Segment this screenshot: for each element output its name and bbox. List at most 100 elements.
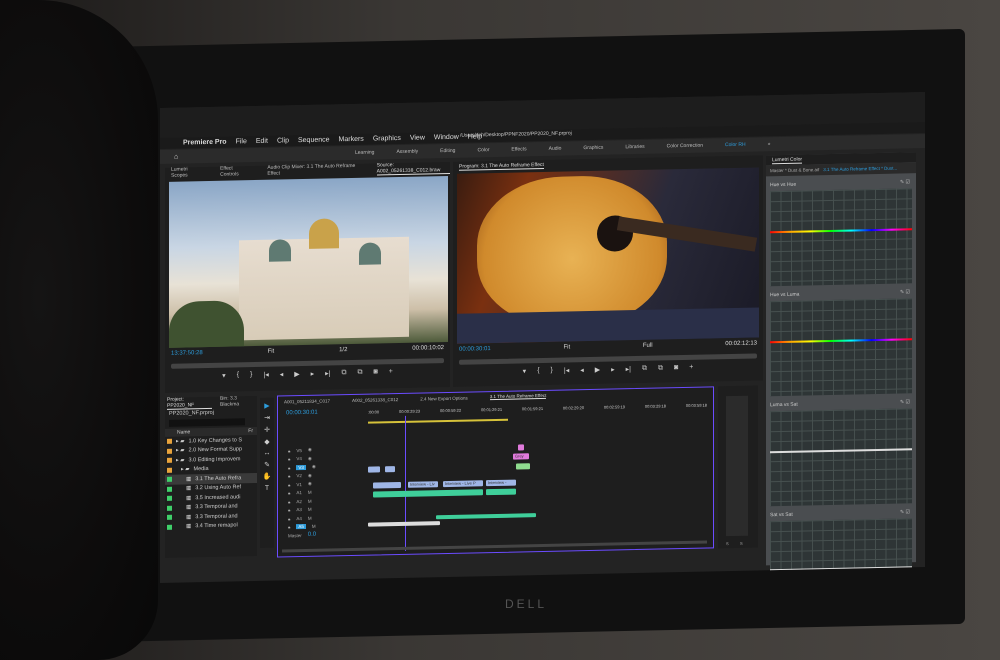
tab-effect-controls[interactable]: Effect Controls bbox=[220, 165, 249, 177]
workspace-audio[interactable]: Audio bbox=[549, 146, 562, 152]
curve-line[interactable] bbox=[770, 228, 912, 234]
workspace-color[interactable]: Color bbox=[477, 147, 489, 153]
program-resolution-dropdown[interactable]: Full bbox=[643, 343, 653, 349]
clip[interactable]: Interview - Live P bbox=[443, 480, 483, 488]
curve-line[interactable] bbox=[770, 338, 912, 344]
project-item[interactable]: ▦ 3.4 Time remapol bbox=[165, 520, 257, 531]
menu-markers[interactable]: Markers bbox=[339, 136, 364, 144]
tab-sequence-export[interactable]: 2.4 New Export Options bbox=[420, 395, 468, 401]
workspace-learning[interactable]: Learning bbox=[355, 150, 374, 156]
insert-button[interactable]: ⧉ bbox=[341, 369, 346, 377]
clip[interactable] bbox=[385, 466, 395, 473]
lock-icon[interactable]: 🔒︎ bbox=[288, 465, 290, 470]
go-to-out-button[interactable]: ▸| bbox=[626, 365, 631, 373]
lock-icon[interactable]: 🔒︎ bbox=[288, 482, 290, 487]
timeline-timecode[interactable]: 00:00:30:01 bbox=[286, 410, 318, 417]
curve-line[interactable] bbox=[770, 448, 912, 454]
step-forward-button[interactable]: ▸ bbox=[611, 365, 615, 373]
tab-source[interactable]: Source: A002_05261338_C012.braw bbox=[376, 160, 450, 175]
menu-file[interactable]: File bbox=[236, 138, 247, 145]
selection-tool-icon[interactable]: ▶ bbox=[264, 402, 269, 410]
play-button[interactable]: ▶ bbox=[294, 370, 299, 378]
tab-sequence-a002[interactable]: A002_05261338_C012 bbox=[352, 397, 398, 403]
more-workspaces-icon[interactable]: » bbox=[768, 141, 771, 147]
ripple-edit-tool-icon[interactable]: ✛ bbox=[264, 426, 270, 434]
slip-tool-icon[interactable]: ↔ bbox=[264, 450, 271, 457]
eyedropper-icon[interactable]: ✎ ☑ bbox=[900, 399, 910, 405]
lock-icon[interactable]: 🔒︎ bbox=[288, 516, 290, 521]
menu-edit[interactable]: Edit bbox=[256, 138, 268, 145]
menu-view[interactable]: View bbox=[410, 134, 425, 141]
mute-icon[interactable]: M bbox=[308, 507, 312, 512]
solo-right-button[interactable]: S bbox=[740, 541, 743, 546]
audio-clip[interactable] bbox=[436, 513, 536, 520]
mute-icon[interactable]: M bbox=[312, 524, 316, 529]
go-to-in-button[interactable]: |◂ bbox=[564, 366, 569, 374]
curve-graph[interactable] bbox=[770, 298, 912, 397]
tab-sequence-auto-reframe[interactable]: 3.1 The Auto Reframe Effect bbox=[489, 392, 547, 401]
eye-icon[interactable]: ◉ bbox=[308, 481, 312, 487]
add-marker-button[interactable]: ▾ bbox=[222, 372, 226, 380]
menu-app[interactable]: Premiere Pro bbox=[183, 139, 227, 147]
go-to-in-button[interactable]: |◂ bbox=[263, 371, 268, 379]
clip[interactable] bbox=[516, 463, 530, 470]
tab-project[interactable]: Project: PP2020_NF bbox=[167, 395, 212, 410]
lift-button[interactable]: ⧉ bbox=[642, 365, 647, 373]
eye-icon[interactable]: ◉ bbox=[308, 456, 312, 462]
eye-icon[interactable]: ◉ bbox=[308, 447, 312, 453]
play-button[interactable]: ▶ bbox=[595, 366, 600, 374]
workspace-assembly[interactable]: Assembly bbox=[396, 149, 418, 155]
clip[interactable] bbox=[518, 444, 524, 451]
razor-tool-icon[interactable]: ◆ bbox=[264, 438, 269, 446]
clip[interactable]: Grey bbox=[513, 453, 529, 460]
program-fit-dropdown[interactable]: Fit bbox=[563, 344, 570, 350]
step-forward-button[interactable]: ▸ bbox=[311, 370, 315, 378]
step-back-button[interactable]: ◂ bbox=[580, 366, 584, 374]
go-to-out-button[interactable]: ▸| bbox=[325, 369, 330, 377]
work-area-bar[interactable] bbox=[368, 418, 508, 424]
audio-clip[interactable] bbox=[373, 489, 483, 498]
eyedropper-icon[interactable]: ✎ ☑ bbox=[900, 179, 910, 185]
menu-sequence[interactable]: Sequence bbox=[298, 136, 330, 144]
pen-tool-icon[interactable]: ✎ bbox=[264, 461, 270, 469]
source-fit-dropdown[interactable]: Fit bbox=[268, 349, 275, 355]
add-marker-button[interactable]: ▾ bbox=[523, 367, 527, 375]
timeline-ruler[interactable]: :00:00 00:00:29:23 00:00:59:22 00:01:29:21 0… bbox=[368, 403, 707, 420]
menu-window[interactable]: Window bbox=[434, 134, 459, 142]
master-volume[interactable]: 0.0 bbox=[308, 532, 316, 538]
audio-clip[interactable] bbox=[486, 488, 516, 496]
column-name[interactable]: Name bbox=[177, 429, 190, 435]
clip[interactable] bbox=[373, 481, 401, 489]
button-editor[interactable]: + bbox=[689, 364, 693, 372]
workspace-graphics[interactable]: Graphics bbox=[583, 145, 603, 151]
lock-icon[interactable]: 🔒︎ bbox=[288, 525, 290, 530]
timeline-zoom-scrollbar[interactable] bbox=[282, 540, 707, 553]
home-icon[interactable]: ⌂ bbox=[174, 153, 178, 160]
tab-bin[interactable]: Bin: 3.3 Blackma bbox=[220, 395, 257, 407]
mark-out-button[interactable]: } bbox=[250, 371, 252, 379]
lock-icon[interactable]: 🔒︎ bbox=[288, 448, 290, 453]
type-tool-icon[interactable]: T bbox=[265, 485, 269, 492]
source-timecode[interactable]: 13:37:50:28 bbox=[171, 350, 203, 357]
export-frame-button[interactable]: ◙ bbox=[373, 368, 377, 376]
hand-tool-icon[interactable]: ✋ bbox=[263, 473, 272, 481]
program-timecode[interactable]: 00:00:30:01 bbox=[459, 346, 491, 353]
mute-icon[interactable]: M bbox=[308, 499, 312, 504]
lock-icon[interactable]: 🔒︎ bbox=[288, 457, 290, 462]
audio-clip[interactable] bbox=[368, 521, 440, 527]
menu-graphics[interactable]: Graphics bbox=[373, 135, 401, 143]
solo-left-button[interactable]: S bbox=[726, 541, 729, 546]
eye-icon[interactable]: ◉ bbox=[308, 473, 312, 479]
workspace-color-rh[interactable]: Color RH bbox=[725, 142, 746, 148]
mark-in-button[interactable]: { bbox=[537, 367, 539, 375]
eye-icon[interactable]: ◉ bbox=[312, 464, 316, 470]
tab-program[interactable]: Program: 3.1 The Auto Reframe Effect bbox=[459, 161, 544, 171]
workspace-effects[interactable]: Effects bbox=[511, 146, 526, 152]
workspace-editing[interactable]: Editing bbox=[440, 148, 455, 154]
extract-button[interactable]: ⧉ bbox=[658, 364, 663, 372]
column-frame-rate[interactable]: Fr bbox=[248, 428, 253, 434]
overwrite-button[interactable]: ⧉ bbox=[357, 369, 362, 377]
lock-icon[interactable]: 🔒︎ bbox=[288, 491, 290, 496]
step-back-button[interactable]: ◂ bbox=[280, 370, 284, 378]
tab-lumetri-scopes[interactable]: Lumetri Scopes bbox=[171, 166, 202, 178]
